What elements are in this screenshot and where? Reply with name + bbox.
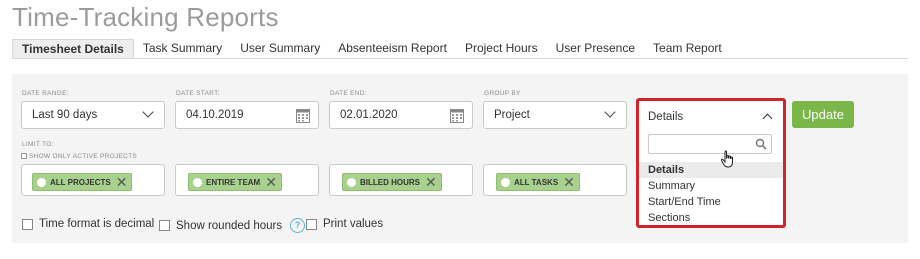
chip-label: ENTIRE TEAM [206, 177, 261, 187]
decimal-label: Time format is decimal [39, 218, 155, 230]
tab-team-report[interactable]: Team Report [644, 39, 731, 58]
chevron-down-icon [604, 106, 616, 118]
date-range-label: DATE RANGE: [22, 90, 69, 97]
date-start-label: DATE START: [176, 90, 220, 97]
chip-label: ALL PROJECTS [50, 177, 111, 187]
limit-to-label: LIMIT TO: [22, 141, 54, 148]
group-by-label: GROUP BY [484, 90, 521, 97]
rounded-option[interactable]: Show rounded hours ? [159, 218, 306, 233]
close-icon[interactable]: ✕ [563, 175, 575, 189]
tasks-filter-box[interactable]: ALL TASKS ✕ [483, 164, 627, 196]
date-end-field[interactable]: 02.01.2020 [329, 101, 473, 129]
view-dropdown-value: Details [648, 111, 684, 123]
date-start-field[interactable]: 04.10.2019 [175, 101, 319, 129]
decimal-checkbox[interactable] [22, 218, 33, 230]
calendar-icon[interactable] [450, 108, 464, 123]
chip-label: ALL TASKS [514, 177, 559, 187]
search-icon [755, 138, 767, 150]
print-label: Print values [323, 218, 384, 230]
projects-filter-box[interactable]: ALL PROJECTS ✕ [21, 164, 165, 196]
tab-project-hours[interactable]: Project Hours [456, 39, 547, 58]
tab-absenteeism-report[interactable]: Absenteeism Report [329, 39, 456, 58]
group-by-value: Project [494, 109, 530, 121]
date-end-label: DATE END: [330, 90, 367, 97]
date-range-select[interactable]: Last 90 days [21, 101, 165, 129]
print-checkbox[interactable] [306, 218, 317, 230]
date-range-value: Last 90 days [32, 109, 98, 121]
chip-entire-team: ENTIRE TEAM ✕ [188, 173, 282, 191]
chip-all-projects: ALL PROJECTS ✕ [32, 173, 133, 191]
rounded-checkbox[interactable] [159, 220, 170, 231]
show-active-projects-row[interactable]: SHOW ONLY ACTIVE PROJECTS [21, 153, 137, 160]
show-active-projects-label: SHOW ONLY ACTIVE PROJECTS [29, 153, 138, 160]
date-start-value: 04.10.2019 [186, 109, 244, 121]
hand-cursor-icon [720, 150, 733, 168]
decimal-option[interactable]: Time format is decimal [22, 218, 154, 230]
dropdown-option-sections[interactable]: Sections [639, 210, 783, 226]
chevron-up-icon[interactable] [762, 113, 773, 124]
show-active-projects-checkbox[interactable] [21, 153, 27, 159]
tab-user-summary[interactable]: User Summary [231, 39, 329, 58]
chip-billed-hours: BILLED HOURS ✕ [342, 173, 442, 191]
team-filter-box[interactable]: ENTIRE TEAM ✕ [175, 164, 319, 196]
chip-dot-icon [347, 177, 356, 187]
chip-dot-icon [193, 177, 202, 187]
calendar-icon[interactable] [296, 108, 310, 123]
rounded-label: Show rounded hours [176, 219, 283, 232]
date-end-value: 02.01.2020 [340, 109, 398, 121]
tab-user-presence[interactable]: User Presence [547, 39, 644, 58]
help-icon[interactable]: ? [290, 218, 306, 233]
dropdown-option-summary[interactable]: Summary [639, 178, 783, 194]
billing-filter-box[interactable]: BILLED HOURS ✕ [329, 164, 473, 196]
close-icon[interactable]: ✕ [425, 175, 437, 189]
chip-all-tasks: ALL TASKS ✕ [496, 173, 580, 191]
update-button[interactable]: Update [792, 101, 854, 128]
page-title: Time-Tracking Reports [12, 2, 279, 32]
dropdown-option-details[interactable]: Details [639, 162, 783, 178]
chip-label: BILLED HOURS [360, 177, 420, 187]
chip-dot-icon [37, 177, 46, 187]
print-option[interactable]: Print values [306, 218, 383, 230]
chevron-down-icon [142, 106, 154, 118]
report-tabs: Timesheet Details Task Summary User Summ… [12, 39, 908, 59]
dropdown-search-input[interactable] [648, 134, 772, 154]
tab-timesheet-details[interactable]: Timesheet Details [12, 39, 134, 58]
group-by-select[interactable]: Project [483, 101, 627, 129]
close-icon[interactable]: ✕ [265, 175, 277, 189]
dropdown-option-start-end-time[interactable]: Start/End Time [639, 194, 783, 210]
view-dropdown[interactable]: Details Details Summary Start/End Time S… [636, 98, 786, 228]
close-icon[interactable]: ✕ [116, 175, 128, 189]
chip-dot-icon [501, 177, 510, 187]
tab-task-summary[interactable]: Task Summary [134, 39, 231, 58]
